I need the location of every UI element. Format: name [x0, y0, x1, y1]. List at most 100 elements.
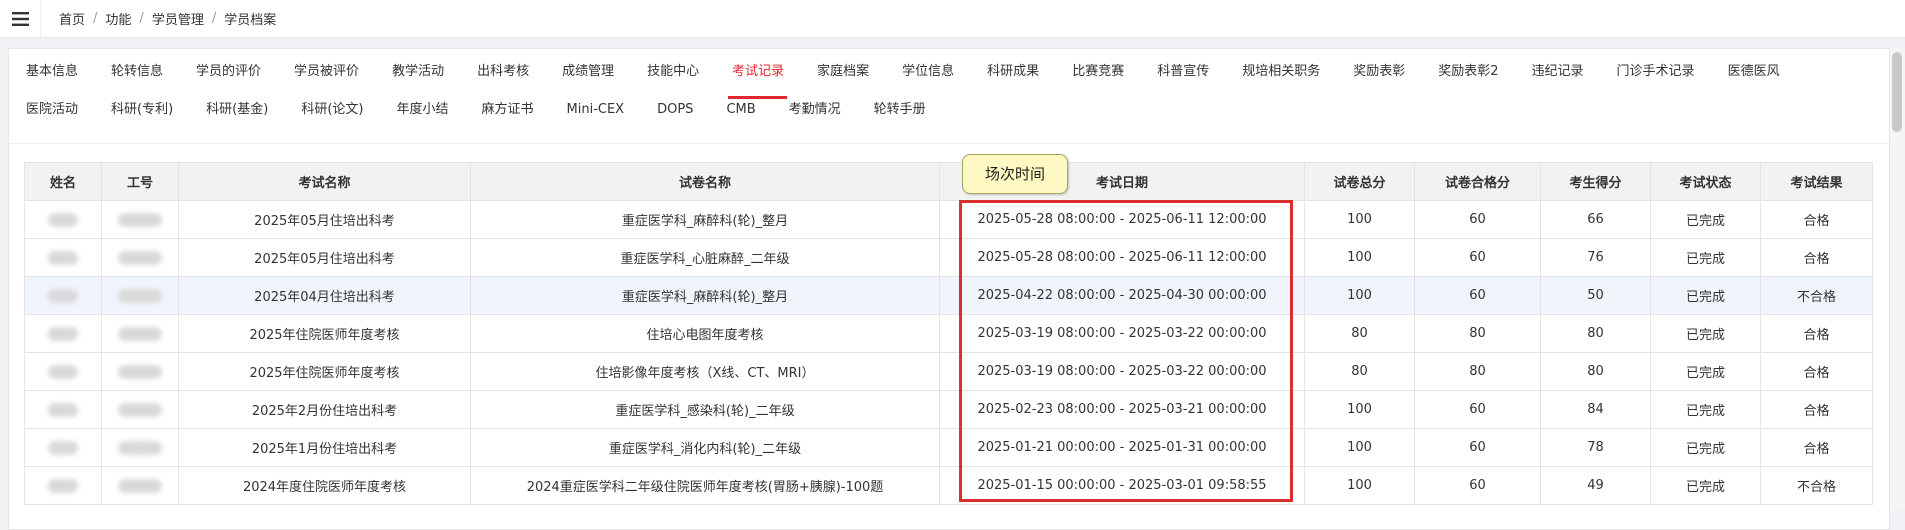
student-name-cell	[24, 352, 102, 391]
exam-name-cell: 2025年2月份住培出科考	[178, 390, 471, 429]
blurred-id	[118, 440, 162, 455]
column-header[interactable]: 考试名称	[178, 162, 471, 201]
student-name-cell	[24, 200, 102, 239]
tab-item[interactable]: 轮转手册	[857, 91, 942, 129]
tab-item[interactable]: 学员的评价	[179, 53, 277, 91]
table-row[interactable]: 2025年2月份住培出科考 重症医学科_感染科(轮)_二年级 2025-02-23 …	[24, 390, 1873, 429]
exam-result-cell: 合格	[1760, 314, 1873, 353]
table-row[interactable]: 2025年05月住培出科考 重症医学科_心脏麻醉_二年级 2025-05-28 08…	[24, 238, 1873, 277]
column-header[interactable]: 考生得分	[1540, 162, 1651, 201]
table-row[interactable]: 2025年04月住培出科考 重症医学科_麻醉科(轮)_整月 2025-04-22 0…	[24, 276, 1873, 315]
employee-id-cell	[101, 466, 179, 505]
top-bar: 首页 / 功能 / 学员管理 / 学员档案	[0, 0, 1905, 38]
paper-name-cell: 2024重症医学科二年级住院医师年度考核(胃肠+胰腺)-100题	[470, 466, 940, 505]
tab-item[interactable]: 学员被评价	[277, 53, 375, 91]
tab-item[interactable]: 成绩管理	[545, 53, 630, 91]
exam-status-cell: 已完成	[1650, 390, 1761, 429]
tab-item[interactable]: 科普宣传	[1140, 53, 1225, 91]
paper-name-cell: 重症医学科_感染科(轮)_二年级	[470, 390, 940, 429]
tab-item[interactable]: 考勤情况	[772, 91, 857, 129]
breadcrumb-student-management[interactable]: 学员管理	[152, 9, 204, 28]
column-header[interactable]: 试卷合格分	[1414, 162, 1541, 201]
student-score-cell: 80	[1540, 314, 1651, 353]
exam-status-cell: 已完成	[1650, 276, 1761, 315]
tab-item[interactable]: 家庭档案	[800, 53, 885, 91]
table-row[interactable]: 2025年住院医师年度考核 住培心电图年度考核 2025-03-19 08:00:0…	[24, 314, 1873, 353]
student-score-cell: 49	[1540, 466, 1651, 505]
student-name-cell	[24, 276, 102, 315]
exam-date-cell: 2025-03-19 08:00:00 - 2025-03-22 00:00:0…	[939, 352, 1305, 391]
tab-item[interactable]: 比赛竞赛	[1055, 53, 1140, 91]
pass-score-cell: 80	[1414, 352, 1541, 391]
blurred-name	[48, 440, 78, 455]
employee-id-cell	[101, 200, 179, 239]
pass-score-cell: 60	[1414, 238, 1541, 277]
employee-id-cell	[101, 276, 179, 315]
student-score-cell: 76	[1540, 238, 1651, 277]
blurred-name	[48, 364, 78, 379]
paper-name-cell: 重症医学科_麻醉科(轮)_整月	[470, 200, 940, 239]
column-header[interactable]: 考试状态	[1650, 162, 1761, 201]
tab-item[interactable]: 违纪记录	[1515, 53, 1600, 91]
column-header[interactable]: 姓名	[24, 162, 102, 201]
breadcrumb-separator: /	[211, 11, 217, 26]
tab-item[interactable]: 医德医风	[1711, 53, 1796, 91]
exam-date-cell: 2025-03-19 08:00:00 - 2025-03-22 00:00:0…	[939, 314, 1305, 353]
tab-item[interactable]: CMB	[709, 91, 771, 129]
blurred-id	[118, 478, 162, 493]
tab-item[interactable]: 基本信息	[9, 53, 94, 91]
breadcrumb-home[interactable]: 首页	[59, 9, 85, 28]
student-name-cell	[24, 466, 102, 505]
employee-id-cell	[101, 390, 179, 429]
table-row[interactable]: 2025年05月住培出科考 重症医学科_麻醉科(轮)_整月 2025-05-28 0…	[24, 200, 1873, 239]
tab-item[interactable]: 考试记录	[715, 53, 800, 99]
tab-item[interactable]: DOPS	[640, 91, 709, 129]
tab-item[interactable]: 医院活动	[9, 91, 94, 129]
tab-item[interactable]: 科研(论文)	[284, 91, 379, 129]
exam-name-cell: 2025年04月住培出科考	[178, 276, 471, 315]
tab-item[interactable]: 轮转信息	[94, 53, 179, 91]
column-header[interactable]: 考试结果	[1760, 162, 1873, 201]
tab-item[interactable]: 门诊手术记录	[1600, 53, 1711, 91]
pass-score-cell: 60	[1414, 276, 1541, 315]
exam-date-cell: 2025-01-21 00:00:00 - 2025-01-31 00:00:0…	[939, 428, 1305, 467]
total-score-cell: 100	[1304, 466, 1415, 505]
tab-item[interactable]: 技能中心	[630, 53, 715, 91]
tab-item[interactable]: 奖励表彰2	[1421, 53, 1514, 91]
tab-item[interactable]: 出科考核	[460, 53, 545, 91]
table-row[interactable]: 2025年住院医师年度考核 住培影像年度考核（X线、CT、MRI） 2025-03-…	[24, 352, 1873, 391]
column-header[interactable]: 工号	[101, 162, 179, 201]
blurred-id	[118, 326, 162, 341]
column-header[interactable]: 试卷总分	[1304, 162, 1415, 201]
exam-result-cell: 合格	[1760, 200, 1873, 239]
column-header[interactable]: 试卷名称	[470, 162, 940, 201]
student-score-cell: 78	[1540, 428, 1651, 467]
table-row[interactable]: 2025年1月份住培出科考 重症医学科_消化内科(轮)_二年级 2025-01-21…	[24, 428, 1873, 467]
tab-item[interactable]: 科研成果	[970, 53, 1055, 91]
employee-id-cell	[101, 352, 179, 391]
exam-status-cell: 已完成	[1650, 200, 1761, 239]
tab-item[interactable]: 教学活动	[375, 53, 460, 91]
paper-name-cell: 住培影像年度考核（X线、CT、MRI）	[470, 352, 940, 391]
tab-item[interactable]: Mini-CEX	[550, 91, 641, 129]
exam-date-cell: 2025-01-15 00:00:00 - 2025-03-01 09:58:5…	[939, 466, 1305, 505]
student-score-cell: 66	[1540, 200, 1651, 239]
tab-item[interactable]: 科研(专利)	[94, 91, 189, 129]
exam-result-cell: 合格	[1760, 390, 1873, 429]
tab-item[interactable]: 学位信息	[885, 53, 970, 91]
blurred-name	[48, 326, 78, 341]
tab-item[interactable]: 规培相关职务	[1225, 53, 1336, 91]
table-row[interactable]: 2024年度住院医师年度考核 2024重症医学科二年级住院医师年度考核(胃肠+胰腺…	[24, 466, 1873, 505]
student-name-cell	[24, 428, 102, 467]
tab-item[interactable]: 科研(基金)	[189, 91, 284, 129]
breadcrumb-function[interactable]: 功能	[105, 9, 131, 28]
scrollbar-thumb[interactable]	[1892, 52, 1902, 132]
tab-item[interactable]: 年度小结	[379, 91, 464, 129]
exam-status-cell: 已完成	[1650, 314, 1761, 353]
blurred-id	[118, 288, 162, 303]
hamburger-menu-icon[interactable]	[0, 0, 41, 37]
exam-status-cell: 已完成	[1650, 466, 1761, 505]
tab-item[interactable]: 奖励表彰	[1336, 53, 1421, 91]
tab-item[interactable]: 麻方证书	[465, 91, 550, 129]
total-score-cell: 100	[1304, 428, 1415, 467]
